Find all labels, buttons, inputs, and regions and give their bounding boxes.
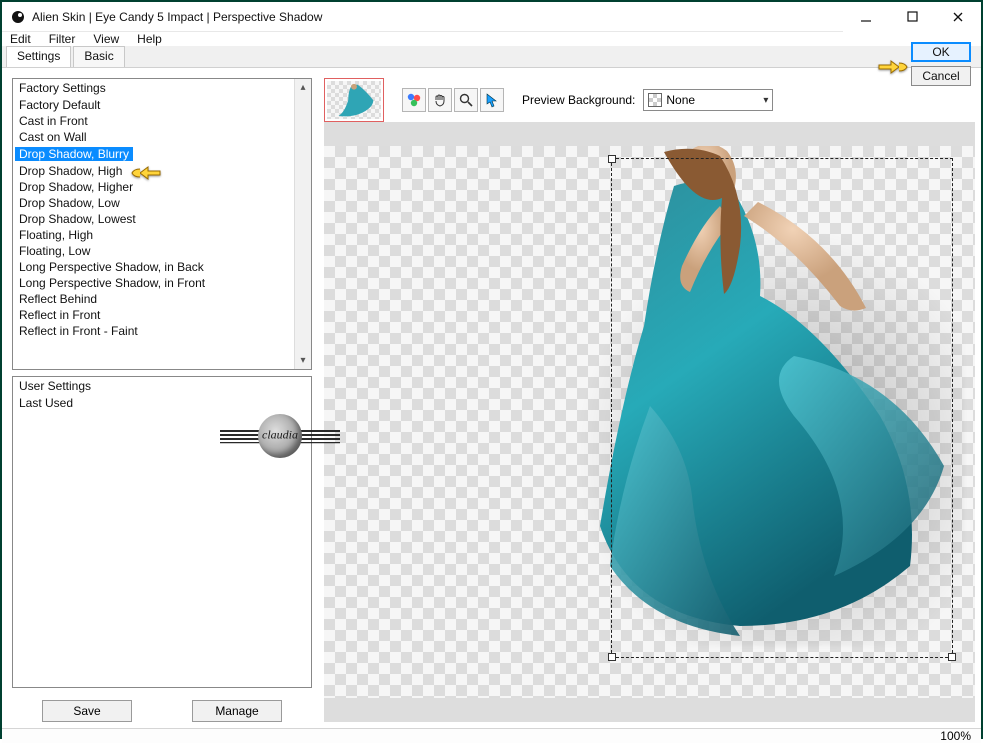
transform-bounds[interactable] (611, 158, 953, 658)
scrollbar[interactable]: ▴ ▾ (294, 79, 311, 369)
tab-bar: Settings Basic OK Cancel (2, 46, 981, 68)
color-picker-tool-icon[interactable] (402, 88, 426, 112)
preset-item[interactable]: Drop Shadow, Blurry (15, 147, 133, 161)
transparency-swatch-icon (648, 93, 662, 107)
preset-item[interactable]: Cast in Front (13, 113, 294, 129)
preview-strip (324, 698, 975, 722)
transform-handle[interactable] (948, 653, 956, 661)
preset-item[interactable]: Drop Shadow, Low (13, 195, 294, 211)
transform-handle[interactable] (608, 155, 616, 163)
menubar: Edit Filter View Help (2, 32, 981, 46)
preview-bg-label: Preview Background: (522, 93, 635, 107)
preview-canvas[interactable] (324, 146, 975, 698)
main-content: Factory Settings Factory DefaultCast in … (2, 68, 981, 728)
preset-item[interactable]: Floating, Low (13, 243, 294, 259)
hand-tool-icon[interactable] (428, 88, 452, 112)
menu-help[interactable]: Help (135, 32, 164, 46)
settings-panel: Factory Settings Factory DefaultCast in … (12, 78, 312, 722)
factory-header: Factory Settings (13, 79, 294, 97)
app-icon (10, 9, 26, 25)
preset-item[interactable]: Long Perspective Shadow, in Front (13, 275, 294, 291)
user-header: User Settings (13, 377, 311, 395)
menu-filter[interactable]: Filter (47, 32, 78, 46)
window-title: Alien Skin | Eye Candy 5 Impact | Perspe… (32, 10, 322, 24)
scroll-down-icon[interactable]: ▾ (295, 352, 311, 369)
tab-basic[interactable]: Basic (73, 46, 124, 67)
preset-item[interactable]: Cast on Wall (13, 129, 294, 145)
status-bar: 100% (2, 728, 981, 743)
maximize-button[interactable] (889, 2, 935, 32)
preset-item[interactable]: Long Perspective Shadow, in Back (13, 259, 294, 275)
preview-panel: Preview Background: None ▾ (324, 78, 975, 722)
zoom-tool-icon[interactable] (454, 88, 478, 112)
titlebar: Alien Skin | Eye Candy 5 Impact | Perspe… (2, 2, 981, 32)
menu-edit[interactable]: Edit (8, 32, 33, 46)
preset-item[interactable]: Drop Shadow, Higher (13, 179, 294, 195)
chevron-down-icon: ▾ (763, 95, 768, 106)
tab-settings[interactable]: Settings (6, 46, 71, 67)
factory-settings-list: Factory Settings Factory DefaultCast in … (12, 78, 312, 370)
manage-button[interactable]: Manage (192, 700, 282, 722)
user-settings-list: User Settings Last Used (12, 376, 312, 688)
minimize-button[interactable] (843, 2, 889, 32)
preset-item[interactable]: Drop Shadow, Lowest (13, 211, 294, 227)
preview-strip (324, 122, 975, 146)
preset-item[interactable]: Last Used (13, 395, 311, 411)
preset-item[interactable]: Reflect Behind (13, 291, 294, 307)
save-button[interactable]: Save (42, 700, 132, 722)
pointer-tool-icon[interactable] (480, 88, 504, 112)
scroll-up-icon[interactable]: ▴ (295, 79, 311, 96)
zoom-level: 100% (940, 729, 971, 743)
preset-item[interactable]: Floating, High (13, 227, 294, 243)
preset-item[interactable]: Reflect in Front (13, 307, 294, 323)
navigator-thumbnail[interactable] (324, 78, 384, 122)
transform-handle[interactable] (608, 653, 616, 661)
close-button[interactable] (935, 2, 981, 32)
menu-view[interactable]: View (91, 32, 121, 46)
ok-button[interactable]: OK (911, 42, 971, 62)
preview-toolbar: Preview Background: None ▾ (324, 78, 975, 122)
preset-item[interactable]: Factory Default (13, 97, 294, 113)
preset-item[interactable]: Reflect in Front - Faint (13, 323, 294, 339)
preset-item[interactable]: Drop Shadow, High (13, 163, 294, 179)
preview-bg-value: None (666, 93, 695, 107)
preview-bg-select[interactable]: None ▾ (643, 89, 773, 111)
